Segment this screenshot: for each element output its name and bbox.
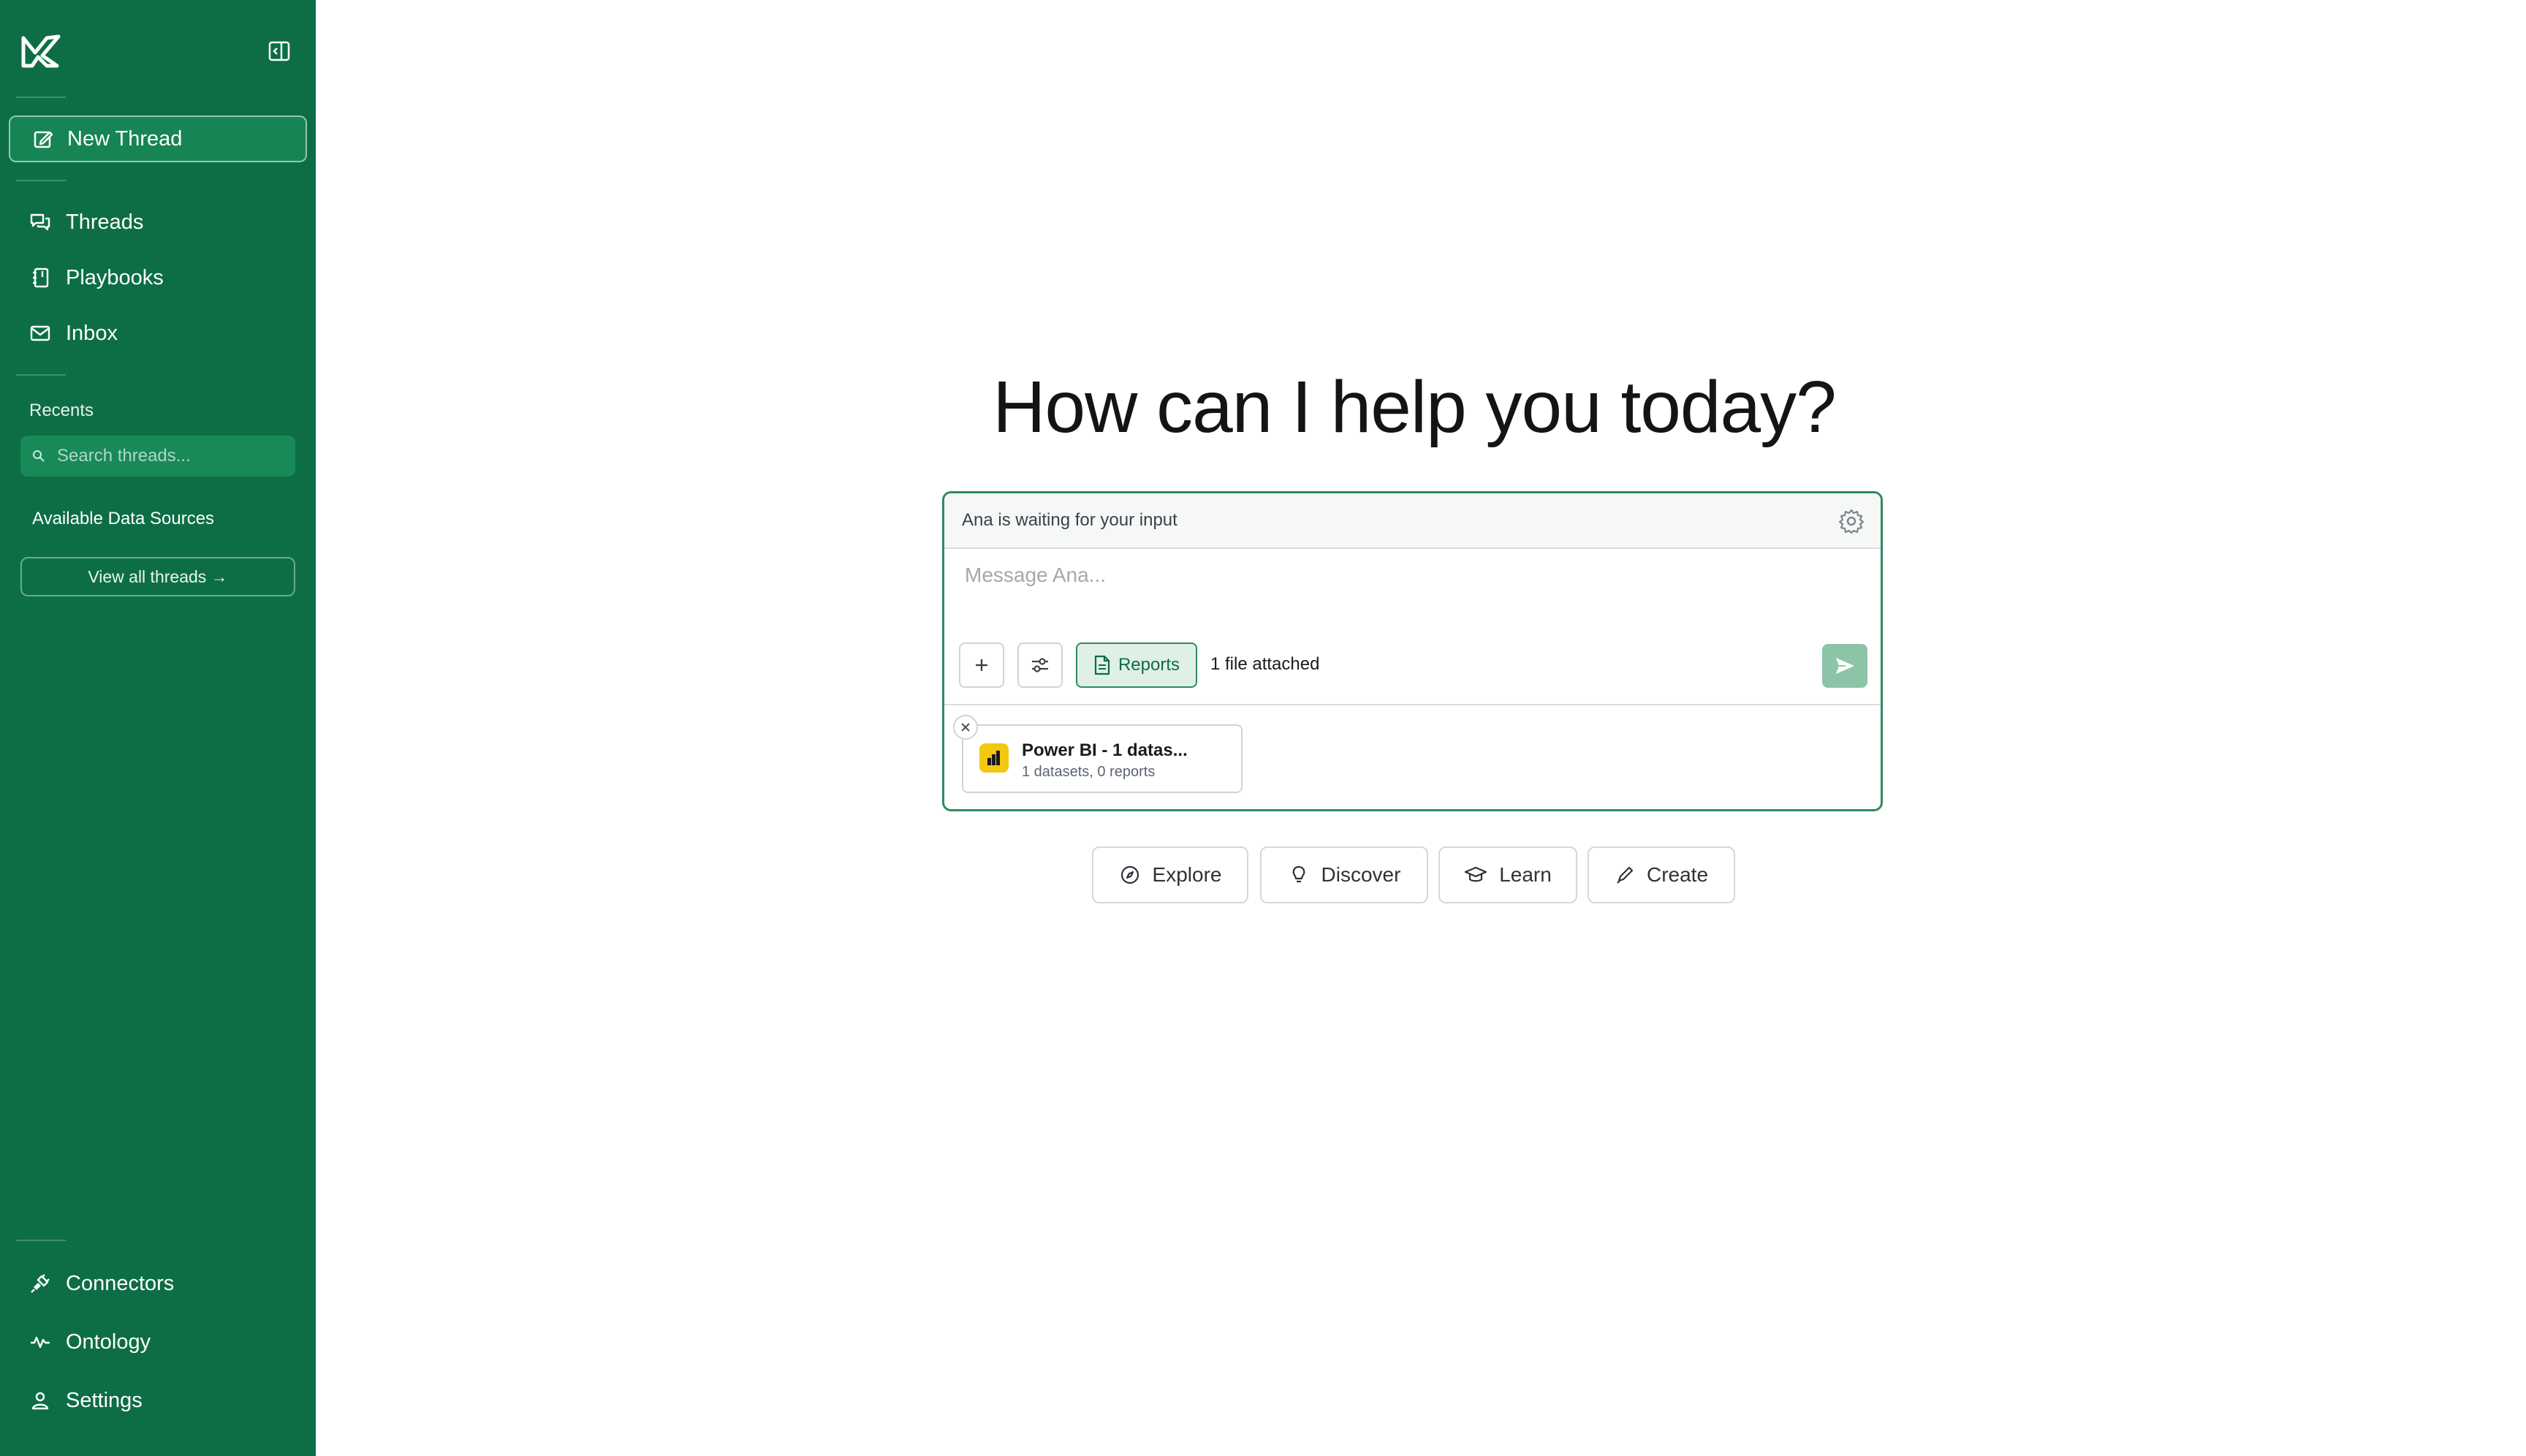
divider [16, 374, 66, 376]
add-attachment-button[interactable] [959, 642, 1004, 688]
compass-icon [1120, 865, 1139, 884]
divider [16, 1240, 66, 1241]
search-box[interactable] [20, 436, 295, 477]
sidebar-item-settings[interactable]: Settings [29, 1380, 143, 1421]
create-button[interactable]: Create [1588, 846, 1735, 903]
sidebar-collapse-icon[interactable] [268, 39, 291, 63]
explore-label: Explore [1152, 863, 1222, 886]
playbooks-icon [33, 268, 49, 288]
divider [16, 96, 66, 98]
sidebar-item-label: Connectors [66, 1271, 175, 1295]
page-title: How can I help you today? [993, 366, 1837, 448]
threads-icon [30, 213, 50, 231]
attachment-title: Power BI - 1 datas... [1022, 740, 1188, 760]
sidebar-item-inbox[interactable]: Inbox [29, 313, 118, 354]
reports-button[interactable]: Reports [1076, 642, 1197, 688]
lightbulb-icon [1292, 865, 1305, 883]
discover-button[interactable]: Discover [1260, 846, 1428, 903]
sidebar-item-playbooks[interactable]: Playbooks [29, 257, 164, 298]
view-all-threads-button[interactable]: View all threads → [20, 557, 295, 596]
message-composer: Ana is waiting for your input Reports 1 … [942, 491, 1883, 811]
send-icon [1836, 658, 1854, 674]
sliders-icon [1032, 658, 1048, 672]
learn-label: Learn [1499, 863, 1552, 886]
explore-button[interactable]: Explore [1092, 846, 1248, 903]
sidebar-item-threads[interactable]: Threads [29, 202, 143, 243]
close-icon [961, 723, 970, 732]
send-button[interactable] [1822, 644, 1867, 688]
search-input[interactable] [57, 446, 291, 466]
reports-label: Reports [1118, 655, 1180, 675]
connectors-icon [31, 1274, 50, 1293]
edit-icon [34, 131, 53, 148]
attachment-card[interactable]: Power BI - 1 datas... 1 datasets, 0 repo… [962, 724, 1243, 793]
sidebar-item-label: Playbooks [66, 265, 164, 289]
graduation-cap-icon [1465, 866, 1487, 882]
sidebar-item-label: Inbox [66, 321, 118, 345]
divider [16, 180, 66, 181]
plus-icon [976, 659, 987, 671]
new-thread-label: New Thread [67, 126, 183, 151]
pen-icon [1617, 866, 1634, 884]
settings-user-icon [31, 1392, 49, 1410]
discover-label: Discover [1321, 863, 1401, 886]
create-label: Create [1646, 863, 1709, 886]
sidebar-item-ontology[interactable]: Ontology [29, 1322, 151, 1362]
gear-icon[interactable] [1838, 508, 1865, 534]
divider [944, 704, 1881, 705]
attachment-subtitle: 1 datasets, 0 reports [1022, 764, 1156, 780]
powerbi-icon [979, 743, 1009, 773]
options-button[interactable] [1017, 642, 1063, 688]
sidebar-item-label: Threads [66, 210, 144, 234]
composer-status-bar: Ana is waiting for your input [944, 493, 1881, 549]
remove-attachment-button[interactable] [953, 715, 978, 740]
search-icon [33, 450, 45, 462]
sidebar-item-connectors[interactable]: Connectors [29, 1263, 174, 1304]
sidebar: New Thread Threads Playbooks Inbox Recen… [0, 0, 316, 1456]
inbox-icon [30, 325, 50, 341]
data-sources-heading: Available Data Sources [32, 509, 215, 528]
logo-icon[interactable] [20, 34, 61, 69]
sidebar-item-label: Ontology [66, 1330, 151, 1354]
sidebar-item-label: Settings [66, 1388, 143, 1412]
recents-heading: Recents [29, 401, 94, 420]
new-thread-button[interactable]: New Thread [9, 115, 307, 162]
document-icon [1094, 655, 1110, 675]
status-text: Ana is waiting for your input [962, 510, 1177, 530]
attachment-count: 1 file attached [1210, 654, 1320, 674]
ontology-icon [31, 1336, 50, 1349]
message-input[interactable] [965, 564, 1769, 587]
learn-button[interactable]: Learn [1438, 846, 1577, 903]
